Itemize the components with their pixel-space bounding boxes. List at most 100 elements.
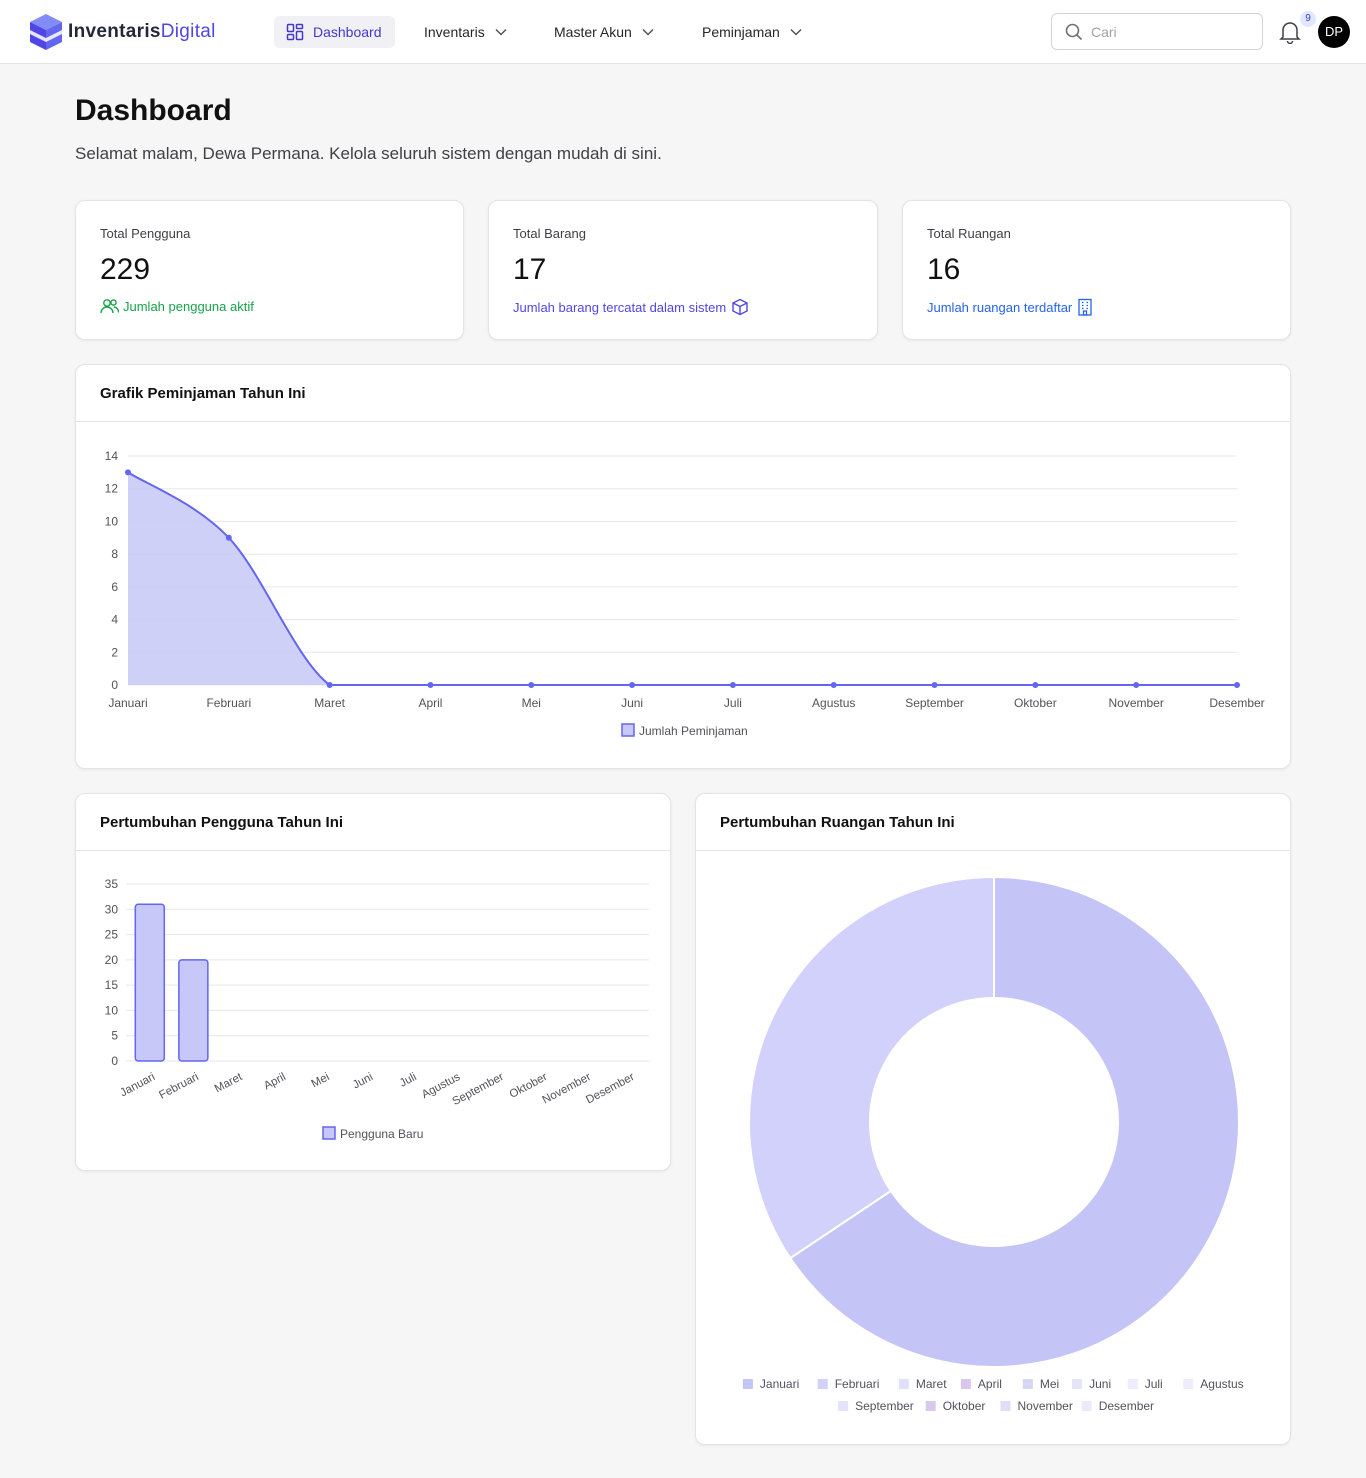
room-chart-card: Pertumbuhan Ruangan Tahun Ini Januari Feb… <box>695 793 1291 1445</box>
legend-label: Oktober <box>943 1399 986 1413</box>
legend-label: Juni <box>1089 1377 1111 1391</box>
legend-swatch <box>925 1401 936 1411</box>
nav-master-akun-label: Master Akun <box>554 24 632 40</box>
nav-dashboard-label: Dashboard <box>313 24 382 40</box>
x-tick-label: April <box>418 696 442 710</box>
x-tick-label: Juni <box>621 696 643 710</box>
y-tick-label: 10 <box>105 1003 119 1017</box>
stat-card-items: Total Barang 17 Jumlah barang tercatat d… <box>488 200 878 340</box>
user-chart-title: Pertumbuhan Pengguna Tahun Ini <box>76 794 670 851</box>
x-tick-label: Februari <box>206 696 251 710</box>
x-tick-label: Juli <box>398 1071 419 1090</box>
stat-value: 17 <box>513 253 547 286</box>
x-tick-label: Oktober <box>1014 696 1057 710</box>
y-tick-label: 5 <box>111 1029 118 1043</box>
pie-slice <box>748 875 995 1260</box>
notification-badge: 9 <box>1300 11 1316 27</box>
data-point <box>1032 682 1039 688</box>
y-tick-label: 30 <box>105 902 119 916</box>
legend-label: Februari <box>835 1377 880 1391</box>
avatar[interactable]: DP <box>1318 16 1350 48</box>
x-tick-label: Agustus <box>812 696 855 710</box>
stat-label: Total Barang <box>513 226 586 241</box>
stat-note-text: Jumlah barang tercatat dalam sistem <box>513 299 727 315</box>
grid-icon <box>286 23 304 41</box>
y-tick-label: 35 <box>105 877 119 891</box>
data-point <box>1234 682 1240 688</box>
x-tick-label: September <box>905 696 964 710</box>
x-tick-label: Juni <box>351 1071 375 1092</box>
y-tick-label: 4 <box>111 613 118 627</box>
legend-swatch <box>1022 1379 1033 1389</box>
data-point <box>1133 682 1140 688</box>
legend-swatch <box>960 1379 971 1389</box>
users-icon <box>100 299 119 314</box>
legend-swatch <box>1183 1379 1194 1389</box>
legend-swatch <box>742 1379 753 1389</box>
stat-value: 16 <box>927 253 961 286</box>
loan-chart-card: Grafik Peminjaman Tahun Ini 0 2 4 6 8 10 12 14 J… <box>75 364 1291 769</box>
stat-note: Jumlah ruangan terdaftar <box>927 298 1093 316</box>
room-chart: Januari Februari Maret April Mei Juni Juli Agus… <box>742 875 1244 1413</box>
legend-label: Maret <box>916 1377 947 1391</box>
search-box[interactable] <box>1051 13 1263 50</box>
data-point <box>326 682 333 688</box>
user-chart: 0 5 10 15 20 25 30 35 Januari Februari Maret April M… <box>105 877 649 1141</box>
data-point <box>729 682 736 688</box>
y-tick-label: 15 <box>105 978 119 992</box>
box-icon <box>732 298 748 316</box>
data-point <box>931 682 938 688</box>
y-tick-label: 25 <box>105 928 119 942</box>
y-tick-label: 12 <box>105 482 119 496</box>
nav-peminjaman[interactable]: Peminjaman <box>690 16 814 48</box>
data-point <box>427 682 434 688</box>
legend-swatch <box>1127 1379 1138 1389</box>
brand-name: InventarisDigital <box>68 21 216 43</box>
stat-note-text: Jumlah pengguna aktif <box>123 298 254 314</box>
nav-inventaris[interactable]: Inventaris <box>412 16 519 48</box>
legend-label: Jumlah Peminjaman <box>639 724 748 738</box>
x-tick-label: Desember <box>1209 696 1264 710</box>
legend-label: Juli <box>1145 1377 1163 1391</box>
data-point <box>125 469 131 476</box>
top-navbar: InventarisDigital Dashboard Inventaris M… <box>0 0 1366 64</box>
legend-label: Pengguna Baru <box>340 1127 423 1141</box>
page-title: Dashboard <box>75 94 232 127</box>
legend-swatch <box>621 723 635 737</box>
search-input[interactable] <box>1091 23 1241 40</box>
nav-master-akun[interactable]: Master Akun <box>542 16 666 48</box>
stat-card-users: Total Pengguna 229 Jumlah pengguna aktif <box>75 200 464 340</box>
stat-note-text: Jumlah ruangan terdaftar <box>927 299 1073 315</box>
y-tick-label: 6 <box>111 580 118 594</box>
legend-swatch <box>838 1401 849 1411</box>
y-tick-label: 2 <box>111 645 118 659</box>
y-tick-label: 0 <box>111 1054 118 1068</box>
legend-label: September <box>855 1399 914 1413</box>
stat-card-rooms: Total Ruangan 16 Jumlah ruangan terdafta… <box>902 200 1291 340</box>
x-tick-label: Desember <box>584 1071 637 1107</box>
y-tick-label: 8 <box>111 547 118 561</box>
data-point <box>225 534 232 541</box>
nav-dashboard[interactable]: Dashboard <box>274 16 395 48</box>
page-subtitle: Selamat malam, Dewa Permana. Kelola selu… <box>75 144 662 163</box>
user-chart-card: Pertumbuhan Pengguna Tahun Ini 0 5 10 15 20 2… <box>75 793 671 1171</box>
room-chart-title: Pertumbuhan Ruangan Tahun Ini <box>696 794 1290 851</box>
bell-icon[interactable] <box>1279 20 1301 44</box>
x-tick-label: Februari <box>157 1071 200 1102</box>
data-point <box>830 682 837 688</box>
stat-label: Total Pengguna <box>100 226 191 241</box>
y-tick-label: 20 <box>105 953 119 967</box>
bar <box>178 959 209 1062</box>
legend-label: April <box>978 1377 1002 1391</box>
legend-label: November <box>1018 1399 1073 1413</box>
stat-note: Jumlah pengguna aktif <box>100 298 254 314</box>
chevron-down-icon <box>790 28 802 36</box>
x-tick-label: April <box>262 1071 288 1092</box>
legend-swatch <box>898 1379 909 1389</box>
loan-chart: 0 2 4 6 8 10 12 14 Januari Februari Maret April Mei J… <box>105 449 1265 738</box>
legend-swatch <box>322 1126 336 1140</box>
brand[interactable]: InventarisDigital <box>28 12 216 52</box>
x-tick-label: Mei <box>522 696 541 710</box>
y-tick-label: 14 <box>105 449 119 463</box>
y-tick-label: 0 <box>111 678 118 692</box>
